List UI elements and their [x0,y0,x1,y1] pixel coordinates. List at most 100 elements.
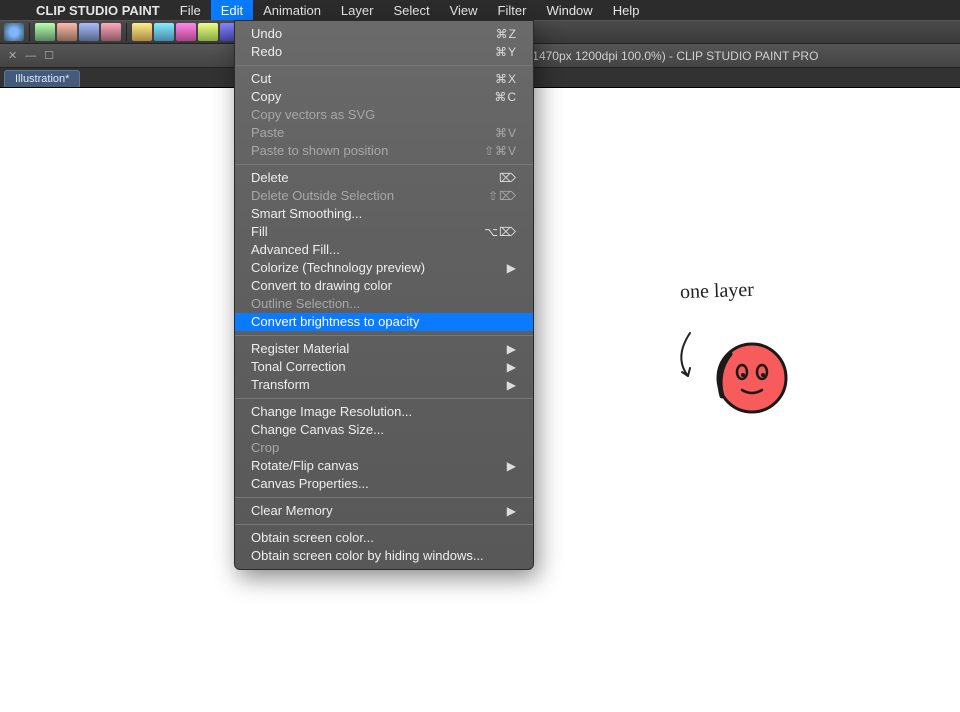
menu-help[interactable]: Help [603,0,650,20]
menu-item-change-canvas-size[interactable]: Change Canvas Size... [235,421,533,439]
menu-item-label: Change Image Resolution... [251,403,412,421]
canvas-drawing: one layer [670,280,870,440]
menu-item-label: Tonal Correction [251,358,346,376]
menu-item-label: Register Material [251,340,349,358]
menu-filter[interactable]: Filter [488,0,537,20]
menu-separator [235,497,533,498]
menu-item-transform[interactable]: Transform▶ [235,376,533,394]
menu-item-label: Convert to drawing color [251,277,392,295]
sprite-icon-8[interactable] [198,23,218,41]
menu-shortcut: ⌥⌦ [484,223,517,241]
menu-item-label: Change Canvas Size... [251,421,384,439]
menu-shortcut: ⌘C [494,88,517,106]
menu-shortcut: ⌘Y [495,43,517,61]
menu-item-label: Clear Memory [251,502,333,520]
menu-item-label: Delete Outside Selection [251,187,394,205]
menu-item-advanced-fill[interactable]: Advanced Fill... [235,241,533,259]
menu-item-delete-outside-selection: Delete Outside Selection ⇧⌦ [235,187,533,205]
submenu-arrow-icon: ▶ [507,376,517,394]
menu-window[interactable]: Window [536,0,602,20]
menu-select[interactable]: Select [383,0,439,20]
menu-item-canvas-properties[interactable]: Canvas Properties... [235,475,533,493]
menu-item-change-image-resolution[interactable]: Change Image Resolution... [235,403,533,421]
menu-item-rotate-flip-canvas[interactable]: Rotate/Flip canvas ▶ [235,457,533,475]
menu-item-label: Outline Selection... [251,295,360,313]
menu-item-obtain-screen-color[interactable]: Obtain screen color... [235,529,533,547]
menu-separator [235,65,533,66]
menu-shortcut: ⌘V [495,124,517,142]
menu-item-label: Undo [251,25,282,43]
menu-item-cut[interactable]: Cut⌘X [235,70,533,88]
menu-view[interactable]: View [440,0,488,20]
menu-item-outline-selection: Outline Selection... [235,295,533,313]
sprite-icon-7[interactable] [176,23,196,41]
menu-item-label: Crop [251,439,279,457]
menu-item-obtain-screen-color-by-hiding-windows[interactable]: Obtain screen color by hiding windows... [235,547,533,565]
menu-file[interactable]: File [170,0,211,20]
menu-item-smart-smoothing[interactable]: Smart Smoothing... [235,205,533,223]
menu-separator [235,335,533,336]
menu-item-label: Cut [251,70,271,88]
submenu-arrow-icon: ▶ [507,340,517,358]
toolbar-separator [29,23,30,41]
menu-item-label: Fill [251,223,268,241]
menu-separator [235,164,533,165]
menu-item-label: Smart Smoothing... [251,205,362,223]
menu-item-convert-to-drawing-color[interactable]: Convert to drawing color [235,277,533,295]
menu-item-crop: Crop [235,439,533,457]
home-icon[interactable] [4,23,24,41]
toolbar-separator [126,23,127,41]
menu-item-label: Advanced Fill... [251,241,340,259]
menu-item-label: Delete [251,169,289,187]
handwritten-label: one layer [680,279,755,305]
menu-item-label: Redo [251,43,282,61]
menu-item-label: Obtain screen color... [251,529,374,547]
menu-shortcut: ⇧⌦ [488,187,517,205]
menu-item-tonal-correction[interactable]: Tonal Correction ▶ [235,358,533,376]
menu-item-label: Canvas Properties... [251,475,369,493]
menu-item-redo[interactable]: Redo ⌘Y [235,43,533,61]
menu-item-undo[interactable]: Undo ⌘Z [235,25,533,43]
submenu-arrow-icon: ▶ [507,457,517,475]
handwritten-arrow-icon [670,328,710,388]
sprite-icon-4[interactable] [101,23,121,41]
sprite-icon-1[interactable] [35,23,55,41]
menu-item-label: Rotate/Flip canvas [251,457,359,475]
menu-item-clear-memory[interactable]: Clear Memory ▶ [235,502,533,520]
submenu-arrow-icon: ▶ [507,259,517,277]
menu-separator [235,398,533,399]
minimize-icon[interactable]: — [25,50,36,62]
close-icon[interactable]: ✕ [8,49,17,62]
menu-item-copy[interactable]: Copy ⌘C [235,88,533,106]
document-tab[interactable]: Illustration* [4,70,80,87]
sprite-icon-5[interactable] [132,23,152,41]
menu-item-paste: Paste⌘V [235,124,533,142]
menubar: CLIP STUDIO PAINT FileEditAnimationLayer… [0,0,960,20]
menu-item-label: Obtain screen color by hiding windows... [251,547,484,565]
document-tab-label: Illustration* [15,73,69,85]
menu-shortcut: ⌘Z [496,25,517,43]
maximize-icon[interactable]: ☐ [44,49,54,62]
menu-item-convert-brightness-to-opacity[interactable]: Convert brightness to opacity [235,313,533,331]
submenu-arrow-icon: ▶ [507,502,517,520]
menu-edit[interactable]: Edit [211,0,253,20]
menu-item-register-material[interactable]: Register Material ▶ [235,340,533,358]
menu-separator [235,524,533,525]
menu-item-label: Convert brightness to opacity [251,313,419,331]
menu-shortcut: ⇧⌘V [484,142,517,160]
menu-item-label: Colorize (Technology preview) [251,259,425,277]
submenu-arrow-icon: ▶ [507,358,517,376]
menu-item-label: Copy [251,88,281,106]
sprite-icon-3[interactable] [79,23,99,41]
menu-item-label: Copy vectors as SVG [251,106,375,124]
menu-item-delete[interactable]: Delete⌦ [235,169,533,187]
sprite-icon-2[interactable] [57,23,77,41]
menu-item-fill[interactable]: Fill ⌥⌦ [235,223,533,241]
menu-layer[interactable]: Layer [331,0,384,20]
menu-item-paste-to-shown-position: Paste to shown position ⇧⌘V [235,142,533,160]
sprite-icon-6[interactable] [154,23,174,41]
app-name: CLIP STUDIO PAINT [26,3,170,18]
menu-item-label: Paste to shown position [251,142,388,160]
menu-item-colorize-technology-preview[interactable]: Colorize (Technology preview) ▶ [235,259,533,277]
menu-animation[interactable]: Animation [253,0,331,20]
